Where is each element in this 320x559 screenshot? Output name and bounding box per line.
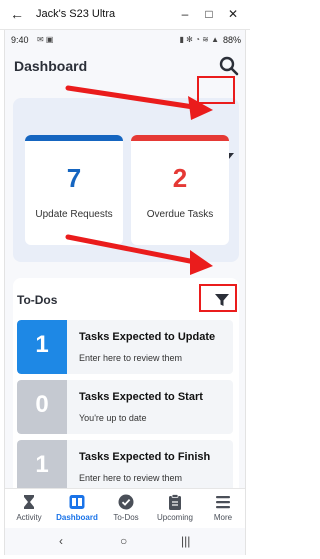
overdue-tasks-count: 2 xyxy=(172,163,188,193)
annotation-highlight-box xyxy=(199,284,237,312)
minimize-button[interactable]: – xyxy=(178,6,192,22)
status-bar: 9:40 ✉ ▣ ▮ ✻ ◔ ≋ ▲ 88% xyxy=(5,30,245,52)
window-title: Jack's S23 Ultra xyxy=(36,8,116,20)
todo-subtitle: You're up to date xyxy=(79,413,147,423)
todo-count-badge: 0 xyxy=(17,380,67,434)
tab-more[interactable]: More xyxy=(199,493,245,525)
notification-icons: ✉ ▣ xyxy=(37,35,54,44)
android-nav-bar: ‹ ○ ||| xyxy=(5,530,245,555)
maximize-button[interactable]: □ xyxy=(202,6,216,22)
todo-count: 0 xyxy=(35,391,49,418)
update-requests-tile[interactable]: 7 Update Requests xyxy=(25,135,123,245)
todo-item-start[interactable]: 0 Tasks Expected to Start You're up to d… xyxy=(17,380,233,434)
page-title: Dashboard xyxy=(14,58,88,74)
dashboard-icon xyxy=(69,495,85,509)
close-button[interactable]: ✕ xyxy=(226,6,240,22)
todo-count-badge: 1 xyxy=(17,320,67,374)
nav-home-button[interactable]: ○ xyxy=(120,534,127,548)
overdue-tasks-tile[interactable]: 2 Overdue Tasks xyxy=(131,135,229,245)
system-icons: ▮ ✻ ◔ ≋ ▲ xyxy=(179,35,219,44)
tab-label: Activity xyxy=(16,513,42,522)
back-arrow-icon[interactable]: ← xyxy=(10,6,26,22)
tab-label: Dashboard xyxy=(56,513,98,522)
todo-item-finish[interactable]: 1 Tasks Expected to Finish Enter here to… xyxy=(17,440,233,494)
tab-dashboard[interactable]: Dashboard xyxy=(53,493,101,525)
nav-recents-button[interactable]: ||| xyxy=(181,534,190,548)
tile-accent-bar xyxy=(131,135,229,141)
check-circle-icon xyxy=(118,494,134,510)
tab-label: To-Dos xyxy=(113,513,139,522)
menu-icon xyxy=(216,496,230,509)
clipboard-icon xyxy=(169,494,181,510)
todos-title: To-Dos xyxy=(17,293,58,307)
bottom-tab-bar: Activity Dashboard To-Dos Upcoming More xyxy=(5,488,245,528)
todo-count: 1 xyxy=(35,451,49,478)
tab-upcoming[interactable]: Upcoming xyxy=(151,493,199,525)
todo-title: Tasks Expected to Start xyxy=(79,391,203,403)
todo-subtitle: Enter here to review them xyxy=(79,473,183,483)
tab-todos[interactable]: To-Dos xyxy=(102,493,150,525)
status-time: 9:40 xyxy=(11,35,29,45)
todo-title: Tasks Expected to Finish xyxy=(79,451,211,463)
update-requests-count: 7 xyxy=(66,163,82,193)
window-title-bar: ← Jack's S23 Ultra – □ ✕ xyxy=(0,0,250,30)
tile-accent-bar xyxy=(25,135,123,141)
tab-label: More xyxy=(213,513,233,522)
battery-level: 88% xyxy=(222,35,241,45)
tab-activity[interactable]: Activity xyxy=(5,493,53,525)
todo-count-badge: 1 xyxy=(17,440,67,494)
todo-title: Tasks Expected to Update xyxy=(79,331,216,343)
nav-back-button[interactable]: ‹ xyxy=(59,534,63,548)
tab-label: Upcoming xyxy=(156,513,193,522)
todo-subtitle: Enter here to review them xyxy=(79,353,183,363)
annotation-highlight-box xyxy=(197,76,235,104)
update-requests-label: Update Requests xyxy=(35,209,113,220)
hourglass-icon xyxy=(24,495,34,509)
todo-count: 1 xyxy=(35,331,49,358)
todo-item-update[interactable]: 1 Tasks Expected to Update Enter here to… xyxy=(17,320,233,374)
phone-screen: 9:40 ✉ ▣ ▮ ✻ ◔ ≋ ▲ 88% Dashboard 7 Updat… xyxy=(4,30,246,555)
search-icon[interactable] xyxy=(219,56,239,76)
overdue-tasks-label: Overdue Tasks xyxy=(146,209,214,220)
